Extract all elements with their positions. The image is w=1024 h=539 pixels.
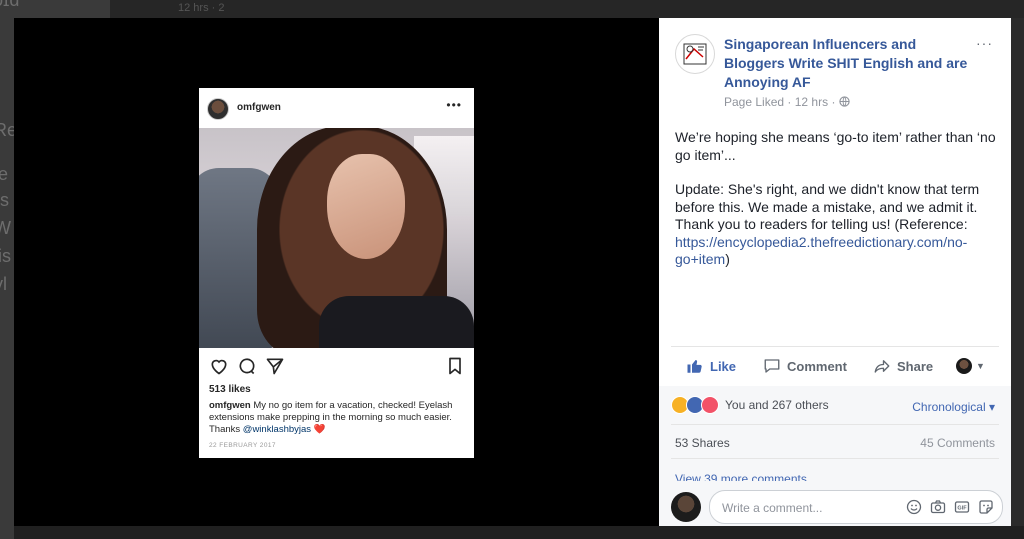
- caption-username: omfgwen: [209, 400, 251, 411]
- user-avatar-small: [956, 358, 972, 374]
- background-topbar-text: 12 hrs · 2: [178, 2, 225, 14]
- post-paragraph-2-text: Update: She's right, and we didn't know …: [675, 181, 980, 232]
- instagram-username: omfgwen: [237, 102, 281, 113]
- comment-label: Comment: [787, 358, 847, 374]
- post-timestamp[interactable]: 12 hrs: [795, 95, 828, 109]
- avatar: [671, 492, 701, 522]
- background-bottom: [14, 526, 1024, 539]
- jacket: [319, 296, 474, 348]
- comment-icon: [239, 358, 255, 375]
- comment-button[interactable]: Comment: [763, 351, 847, 381]
- post-paragraph-2-end: ): [725, 251, 730, 267]
- svg-text:GIF: GIF: [957, 506, 967, 512]
- post-footer: You and 267 others Chronological ▾ 53 Sh…: [659, 386, 1011, 526]
- more-options-button[interactable]: ···: [976, 35, 993, 51]
- post-actions: Like Comment Share ▼: [671, 351, 999, 381]
- background-fragment: ɔ̈ɪ̈ɑ̈: [0, 0, 20, 10]
- reactions-text: You and 267 others: [725, 398, 829, 412]
- divider: [671, 346, 999, 347]
- share-icon: [266, 358, 284, 375]
- camera-icon[interactable]: [930, 499, 946, 515]
- heart-icon: [211, 359, 227, 375]
- post-meta: Page Liked · 12 hrs ·: [724, 95, 850, 109]
- reactions-summary[interactable]: You and 267 others: [671, 396, 829, 414]
- emoji-icon[interactable]: [906, 499, 922, 515]
- face: [327, 154, 405, 259]
- globe-icon[interactable]: [839, 96, 850, 107]
- like-button[interactable]: Like: [686, 351, 736, 381]
- post-body: We’re hoping she means ‘go-to item’ rath…: [675, 129, 997, 286]
- gif-icon[interactable]: GIF: [954, 499, 970, 515]
- post-paragraph-2: Update: She's right, and we didn't know …: [675, 181, 997, 269]
- background-topbar: 12 hrs · 2: [110, 0, 1024, 18]
- background-fragment: le: [0, 164, 9, 184]
- thumbs-up-icon: [687, 359, 702, 373]
- instagram-post-image: omfgwen ••• 513 likes omfgwen My no go i…: [199, 88, 474, 458]
- instagram-avatar: [207, 98, 229, 120]
- divider: [671, 458, 999, 459]
- page-liked-status: Page Liked: [724, 95, 785, 109]
- reference-link[interactable]: https://encyclopedia2.thefreedictionary.…: [675, 234, 967, 268]
- instagram-photo: [199, 128, 474, 348]
- caption-mention: @winklashbyjas: [242, 424, 312, 435]
- chevron-down-icon: ▼: [976, 361, 985, 371]
- heart-emoji-icon: ❤️: [313, 424, 326, 435]
- background-fragment: lis: [0, 246, 11, 266]
- facebook-post-panel: Singaporean Influencers and Bloggers Wri…: [659, 18, 1011, 526]
- comments-count[interactable]: 45 Comments: [920, 436, 995, 450]
- instagram-likes: 513 likes: [209, 384, 251, 395]
- page-name-link[interactable]: Singaporean Influencers and Bloggers Wri…: [724, 35, 980, 92]
- more-horizontal-icon: •••: [446, 98, 462, 112]
- instagram-caption: omfgwen My no go item for a vacation, ch…: [209, 400, 464, 436]
- share-arrow-icon: [874, 360, 890, 373]
- like-label: Like: [710, 358, 737, 374]
- meta-separator: ·: [787, 95, 792, 109]
- sticker-icon[interactable]: [978, 499, 994, 515]
- post-as-selector[interactable]: ▼: [956, 351, 985, 381]
- comment-bubble-icon: [764, 359, 780, 373]
- background-fragment: rs: [0, 190, 9, 210]
- share-label: Share: [897, 358, 934, 374]
- meta-separator: ·: [831, 95, 836, 109]
- post-paragraph-1: We’re hoping she means ‘go-to item’ rath…: [675, 129, 996, 163]
- bookmark-icon: [449, 357, 461, 375]
- background-right: [1011, 18, 1024, 526]
- comment-sort-dropdown[interactable]: Chronological ▾: [912, 400, 995, 414]
- instagram-post-header: omfgwen •••: [199, 88, 474, 128]
- comment-input[interactable]: [720, 498, 904, 518]
- instagram-actions: [209, 356, 464, 376]
- background-fragment: yl: [0, 274, 7, 294]
- page-logo-icon: [683, 43, 707, 65]
- share-button[interactable]: Share: [873, 351, 933, 381]
- shares-count[interactable]: 53 Shares: [675, 436, 730, 450]
- love-reaction-icon: [701, 396, 719, 414]
- divider: [671, 424, 999, 425]
- page-avatar[interactable]: [675, 34, 715, 74]
- instagram-date: 22 FEBRUARY 2017: [209, 442, 276, 449]
- background-fragment: W: [0, 218, 11, 238]
- comment-input-box[interactable]: GIF: [709, 490, 1003, 524]
- view-more-comments-link[interactable]: View 39 more comments: [675, 472, 807, 481]
- comment-composer: GIF: [659, 486, 1011, 526]
